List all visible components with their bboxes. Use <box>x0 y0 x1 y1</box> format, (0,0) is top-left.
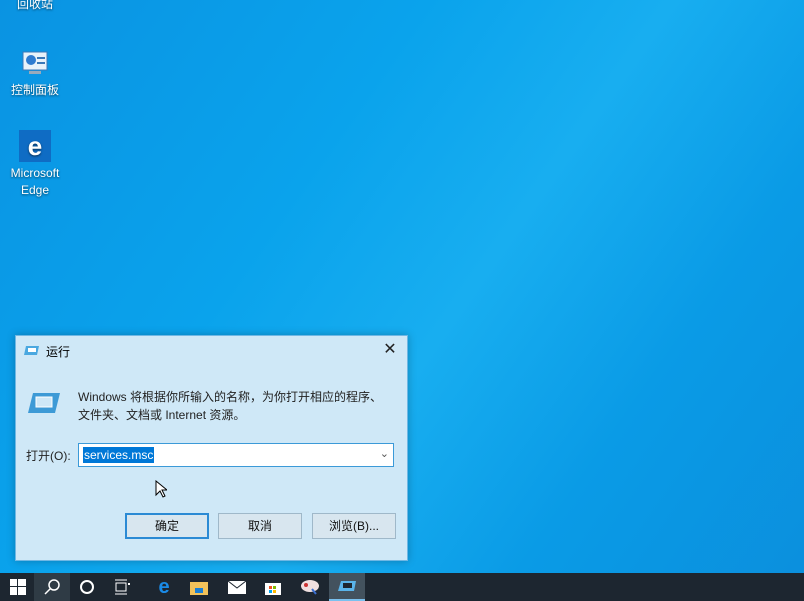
control-panel-icon <box>19 47 51 79</box>
paint-button[interactable] <box>292 573 328 601</box>
windows-icon <box>10 579 26 595</box>
edge-taskbar-button[interactable]: e <box>146 573 182 601</box>
cortana-icon <box>79 579 95 595</box>
run-icon <box>338 580 356 592</box>
mouse-cursor-icon <box>155 480 167 498</box>
search-icon <box>44 579 60 595</box>
run-taskbar-button[interactable] <box>329 573 365 601</box>
description-line: 文件夹、文档或 Internet 资源。 <box>78 406 382 424</box>
chevron-down-icon[interactable]: ⌄ <box>380 447 389 460</box>
run-icon <box>24 345 40 356</box>
mail-button[interactable] <box>219 573 255 601</box>
run-large-icon <box>28 392 60 414</box>
start-button[interactable] <box>0 573 36 601</box>
task-view-icon <box>114 579 130 595</box>
run-dialog: 运行 ✕ Windows 将根据你所输入的名称，为你打开相应的程序、 文件夹、文… <box>15 335 408 561</box>
open-input-value: services.msc <box>83 447 154 463</box>
ok-button[interactable]: 确定 <box>125 513 209 539</box>
paint-icon <box>300 579 320 595</box>
description: Windows 将根据你所输入的名称，为你打开相应的程序、 文件夹、文档或 In… <box>78 388 382 424</box>
edge-icon: e <box>19 130 51 162</box>
browse-button[interactable]: 浏览(B)... <box>312 513 396 539</box>
close-button[interactable]: ✕ <box>379 340 401 360</box>
title-bar[interactable]: 运行 ✕ <box>16 336 407 364</box>
description-line: Windows 将根据你所输入的名称，为你打开相应的程序、 <box>78 388 382 406</box>
open-label: 打开(O): <box>26 447 71 464</box>
taskbar: e <box>0 573 804 601</box>
mail-icon <box>228 581 246 594</box>
store-button[interactable] <box>255 573 291 601</box>
cortana-button[interactable] <box>69 573 105 601</box>
store-icon <box>265 579 281 595</box>
search-button[interactable] <box>34 573 70 601</box>
desktop-icon-control-panel[interactable]: 控制面板 <box>0 47 70 99</box>
cancel-button[interactable]: 取消 <box>218 513 302 539</box>
desktop-icon-label: 控制面板 <box>11 83 59 97</box>
open-input[interactable]: services.msc ⌄ <box>78 443 394 467</box>
task-view-button[interactable] <box>104 573 140 601</box>
file-explorer-button[interactable] <box>181 573 217 601</box>
folder-icon <box>190 580 208 595</box>
desktop-icon-label: Microsoft Edge <box>5 165 65 199</box>
edge-icon: e <box>158 576 169 599</box>
desktop-icon-label: 回收站 <box>17 0 53 11</box>
dialog-title: 运行 <box>46 343 70 360</box>
desktop-icon-recycle-bin[interactable]: 回收站 <box>0 0 70 13</box>
desktop-icon-edge[interactable]: e Microsoft Edge <box>0 130 70 199</box>
